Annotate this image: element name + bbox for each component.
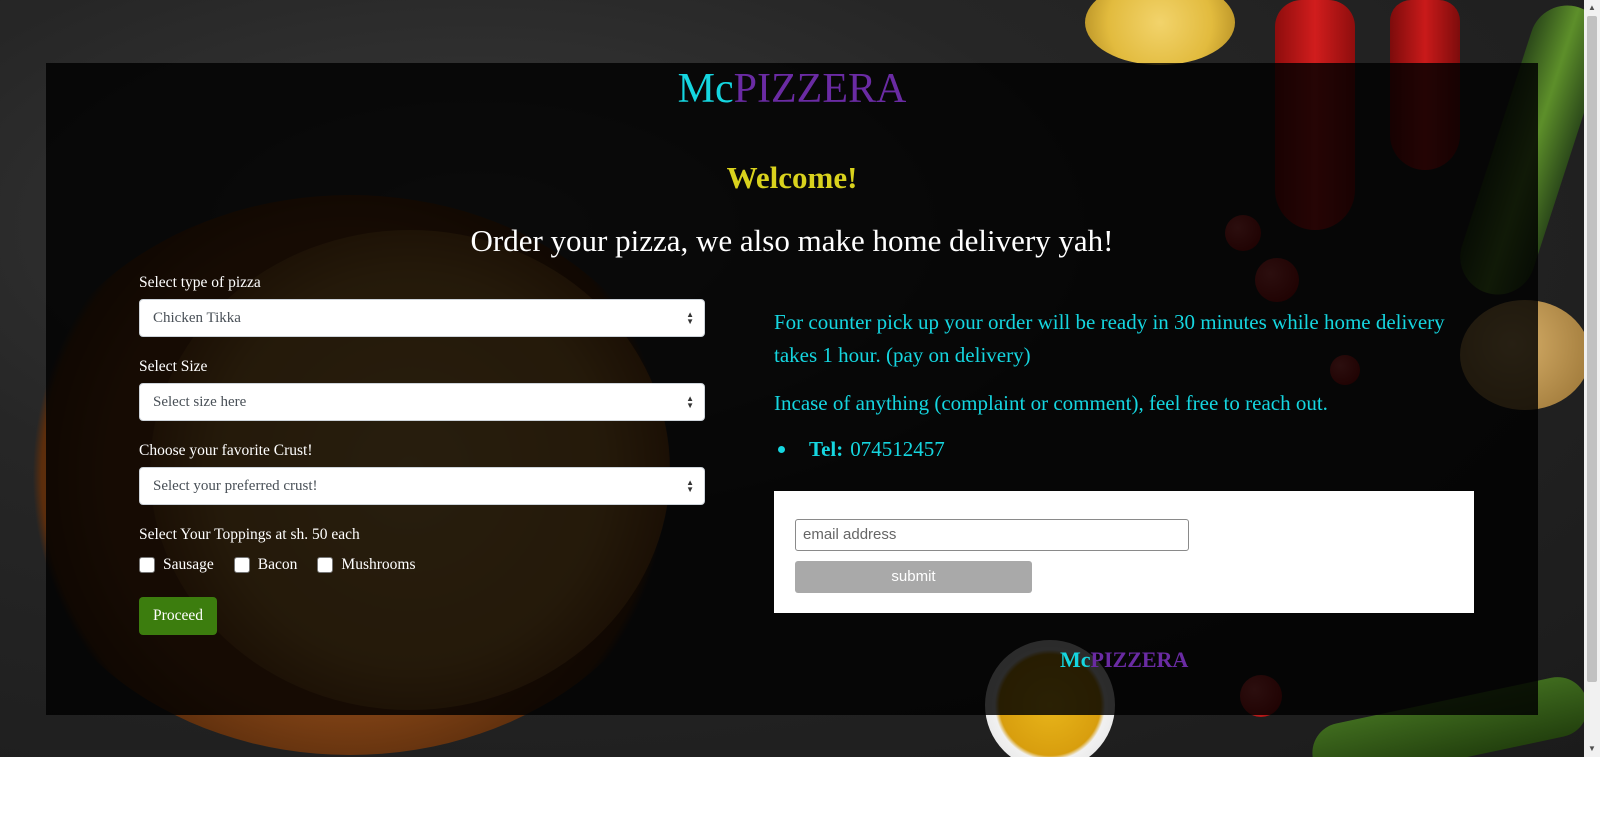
email-field[interactable]: email address: [795, 519, 1189, 551]
crust-select[interactable]: Select your preferred crust! ▲ ▼: [139, 467, 705, 505]
footer-brand-prefix: Mc: [1060, 647, 1091, 672]
delivery-info: For counter pick up your order will be r…: [774, 310, 1445, 367]
tel-label: Tel:: [809, 437, 844, 461]
pizza-type-select[interactable]: Chicken Tikka ▲ ▼: [139, 299, 705, 337]
vertical-scrollbar[interactable]: ▲ ▼: [1584, 0, 1600, 757]
brand-logo[interactable]: McPIZZERA: [46, 65, 1538, 113]
toppings-label: Select Your Toppings at sh. 50 each: [139, 526, 360, 543]
topping-label: Bacon: [257, 556, 298, 573]
topping-mushrooms[interactable]: Mushrooms: [317, 556, 415, 574]
scrollbar-thumb[interactable]: [1587, 16, 1597, 682]
tel-value[interactable]: 074512457: [850, 433, 945, 466]
sausage-checkbox[interactable]: [139, 557, 155, 573]
pizza-type-label: Select type of pizza: [139, 274, 261, 291]
updown-arrows-icon: ▲ ▼: [686, 393, 694, 410]
main-panel: McPIZZERA Welcome! Order your pizza, we …: [46, 63, 1538, 715]
size-select[interactable]: Select size here ▲ ▼: [139, 383, 705, 421]
subscribe-box: email address submit: [774, 491, 1474, 613]
bacon-checkbox[interactable]: [233, 557, 250, 573]
scroll-down-arrow-icon[interactable]: ▼: [1584, 741, 1600, 757]
contact-info: Incase of anything (complaint or comment…: [774, 391, 1328, 415]
brand-prefix: Mc: [677, 66, 734, 112]
order-form: Select type of pizza Chicken Tikka ▲ ▼ Se…: [139, 271, 705, 635]
topping-label: Mushrooms: [341, 556, 416, 573]
submit-button[interactable]: submit: [795, 561, 1032, 593]
scroll-up-arrow-icon[interactable]: ▲: [1584, 0, 1600, 16]
mushrooms-checkbox[interactable]: [317, 557, 334, 573]
page-subtitle: Order your pizza, we also make home deli…: [470, 223, 1114, 258]
updown-arrows-icon: ▲ ▼: [686, 309, 694, 326]
topping-bacon[interactable]: Bacon: [233, 556, 298, 574]
corn-image: [1085, 0, 1235, 65]
updown-arrows-icon: ▲ ▼: [686, 477, 694, 494]
crust-value: Select your preferred crust!: [153, 478, 318, 494]
crust-label: Choose your favorite Crust!: [139, 442, 313, 459]
topping-label: Sausage: [163, 556, 214, 573]
footer-brand-suffix: PIZZERA: [1090, 647, 1189, 672]
proceed-button[interactable]: Proceed: [139, 597, 217, 635]
size-label: Select Size: [139, 358, 208, 375]
brand-suffix: PIZZERA: [733, 66, 907, 112]
topping-sausage[interactable]: Sausage: [139, 556, 214, 574]
bullet-icon: [778, 446, 785, 453]
telephone-item: Tel: 074512457: [774, 433, 1474, 466]
toppings-group: Sausage Bacon Mushrooms: [139, 553, 705, 577]
info-section: For counter pick up your order will be r…: [774, 306, 1474, 466]
footer-brand-logo: McPIZZERA: [1060, 646, 1188, 674]
pizza-type-value: Chicken Tikka: [153, 310, 241, 326]
size-value: Select size here: [153, 394, 247, 410]
welcome-heading: Welcome!: [726, 160, 858, 195]
